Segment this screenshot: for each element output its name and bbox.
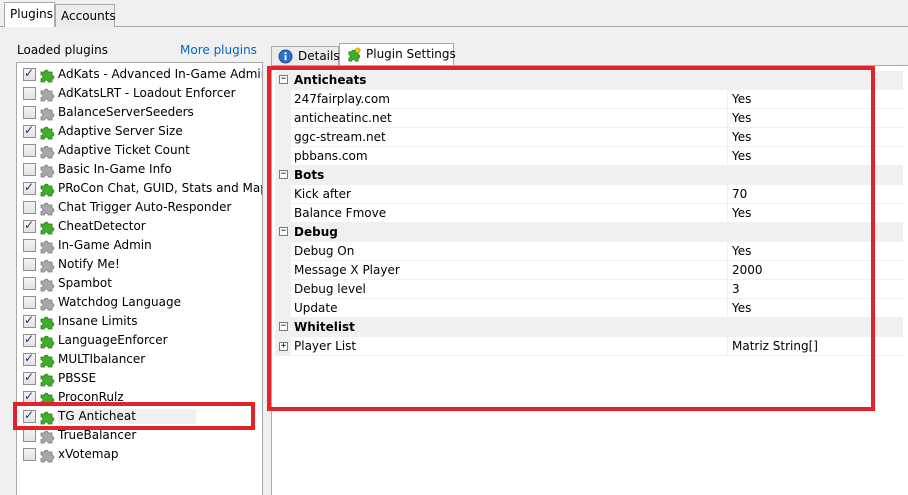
- plugin-name: xVotemap: [58, 447, 119, 461]
- plugin-list-item[interactable]: PRoCon Chat, GUID, Stats and Map Logger: [17, 179, 262, 198]
- plugin-name: LanguageEnforcer: [58, 333, 168, 347]
- puzzle-piece-icon: [40, 164, 55, 178]
- plugin-enable-checkbox[interactable]: [23, 218, 36, 233]
- tab-plugins[interactable]: Plugins: [4, 2, 55, 28]
- plugin-enable-checkbox[interactable]: [23, 87, 36, 100]
- plugin-list-item[interactable]: Adaptive Server Size: [17, 122, 262, 141]
- plugin-list-item[interactable]: Insane Limits: [17, 312, 262, 331]
- plugin-name: PRoCon Chat, GUID, Stats and Map Logger: [58, 181, 262, 195]
- puzzle-piece-icon: [40, 202, 55, 216]
- plugin-name: AdKatsLRT - Loadout Enforcer: [58, 86, 236, 100]
- selected-plugin-highlight-box: [13, 402, 255, 430]
- plugin-enable-checkbox[interactable]: [23, 201, 36, 214]
- plugin-name: Watchdog Language: [58, 295, 181, 309]
- more-plugins-link[interactable]: More plugins: [180, 43, 257, 57]
- tab-plugin-settings-label: Plugin Settings: [366, 47, 456, 61]
- plugin-list-item[interactable]: PBSSE: [17, 369, 262, 388]
- plugin-name: Insane Limits: [58, 314, 138, 328]
- plugin-list-item[interactable]: Basic In-Game Info: [17, 160, 262, 179]
- plugin-name: Chat Trigger Auto-Responder: [58, 200, 232, 214]
- plugin-list[interactable]: AdKats - Advanced In-Game Admin AdKatsLRT…: [16, 62, 263, 495]
- plugin-enable-checkbox[interactable]: [23, 163, 36, 176]
- loaded-plugins-label: Loaded plugins: [17, 43, 108, 57]
- settings-highlight-box: [267, 66, 875, 411]
- plugin-list-item[interactable]: AdKatsLRT - Loadout Enforcer: [17, 84, 262, 103]
- plugin-enable-checkbox[interactable]: [23, 296, 36, 309]
- tab-accounts[interactable]: Accounts: [55, 4, 116, 27]
- plugin-enable-checkbox[interactable]: [23, 180, 36, 195]
- plugin-list-item[interactable]: Adaptive Ticket Count: [17, 141, 262, 160]
- puzzle-piece-icon: [40, 107, 55, 121]
- puzzle-piece-icon: [40, 297, 55, 311]
- puzzle-piece-icon: [40, 126, 55, 140]
- puzzle-piece-icon: [40, 316, 55, 330]
- plugin-enable-checkbox[interactable]: [23, 258, 36, 271]
- puzzle-icon: [348, 47, 361, 62]
- plugin-enable-checkbox[interactable]: [23, 277, 36, 290]
- plugin-name: CheatDetector: [58, 219, 146, 233]
- puzzle-piece-icon: [40, 183, 55, 197]
- plugin-name: Notify Me!: [58, 257, 120, 271]
- plugin-list-item[interactable]: xVotemap: [17, 445, 262, 464]
- plugin-name: MULTIbalancer: [58, 352, 146, 366]
- plugin-list-item[interactable]: AdKats - Advanced In-Game Admin: [17, 65, 262, 84]
- plugin-name: In-Game Admin: [58, 238, 152, 252]
- puzzle-piece-icon: [40, 221, 55, 235]
- puzzle-piece-icon: [40, 278, 55, 292]
- plugin-enable-checkbox[interactable]: [23, 106, 36, 119]
- plugin-enable-checkbox[interactable]: [23, 448, 36, 461]
- plugin-list-item[interactable]: MULTIbalancer: [17, 350, 262, 369]
- plugin-enable-checkbox[interactable]: [23, 370, 36, 385]
- puzzle-piece-icon: [40, 88, 55, 102]
- plugin-enable-checkbox[interactable]: [23, 332, 36, 347]
- plugin-list-item[interactable]: Spambot: [17, 274, 262, 293]
- plugin-list-item[interactable]: In-Game Admin: [17, 236, 262, 255]
- plugin-name: AdKats - Advanced In-Game Admin: [58, 67, 263, 81]
- puzzle-piece-icon: [40, 373, 55, 387]
- plugin-enable-checkbox[interactable]: [23, 144, 36, 157]
- plugin-list-item[interactable]: Watchdog Language: [17, 293, 262, 312]
- puzzle-piece-icon: [40, 335, 55, 349]
- plugin-list-item[interactable]: CheatDetector: [17, 217, 262, 236]
- puzzle-piece-icon: [40, 430, 55, 444]
- plugin-name: BalanceServerSeeders: [58, 105, 194, 119]
- tab-details[interactable]: Details: [271, 46, 340, 66]
- plugin-list-item[interactable]: LanguageEnforcer: [17, 331, 262, 350]
- plugin-enable-checkbox[interactable]: [23, 429, 36, 442]
- plugin-name: Adaptive Ticket Count: [58, 143, 190, 157]
- plugin-list-item[interactable]: BalanceServerSeeders: [17, 103, 262, 122]
- plugin-list-item[interactable]: Notify Me!: [17, 255, 262, 274]
- plugin-enable-checkbox[interactable]: [23, 351, 36, 366]
- tab-details-label: Details: [298, 49, 340, 63]
- plugin-list-item[interactable]: Chat Trigger Auto-Responder: [17, 198, 262, 217]
- puzzle-piece-icon: [40, 145, 55, 159]
- info-icon: [278, 49, 293, 64]
- plugin-name: TrueBalancer: [58, 428, 137, 442]
- plugin-name: Adaptive Server Size: [58, 124, 183, 138]
- plugin-enable-checkbox[interactable]: [23, 66, 36, 81]
- plugin-name: Spambot: [58, 276, 112, 290]
- plugin-enable-checkbox[interactable]: [23, 313, 36, 328]
- plugin-enable-checkbox[interactable]: [23, 123, 36, 138]
- plugin-enable-checkbox[interactable]: [23, 239, 36, 252]
- puzzle-piece-icon: [40, 354, 55, 368]
- tab-plugin-settings[interactable]: Plugin Settings: [339, 43, 456, 66]
- plugin-name: PBSSE: [58, 371, 97, 385]
- puzzle-piece-icon: [40, 449, 55, 463]
- puzzle-piece-icon: [40, 69, 55, 83]
- main-tab-strip: Plugins Accounts: [0, 0, 908, 28]
- puzzle-piece-icon: [40, 240, 55, 254]
- plugin-name: Basic In-Game Info: [58, 162, 172, 176]
- puzzle-piece-icon: [40, 259, 55, 273]
